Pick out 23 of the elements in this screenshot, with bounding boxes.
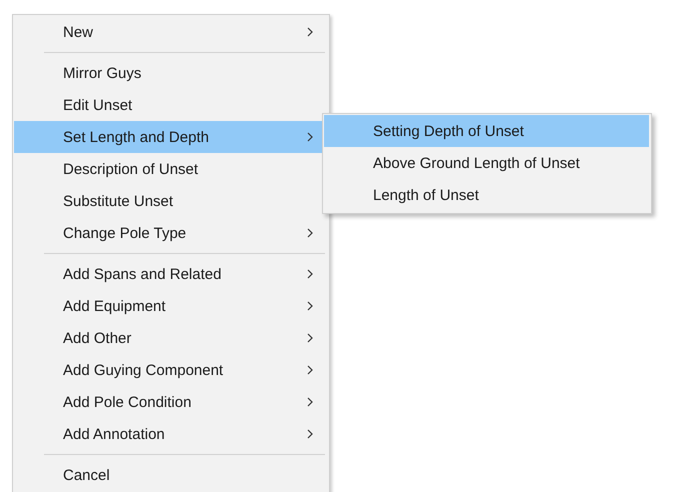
- menu-item[interactable]: New: [14, 16, 327, 48]
- chevron-icon: [307, 27, 313, 37]
- submenu-item[interactable]: Above Ground Length of Unset: [324, 147, 649, 179]
- menu-item[interactable]: Add Guying Component: [14, 354, 327, 386]
- chevron-icon: [307, 228, 313, 238]
- menu-item[interactable]: Add Equipment: [14, 290, 327, 322]
- submenu-item[interactable]: Length of Unset: [324, 179, 649, 211]
- chevron-icon: [307, 269, 313, 279]
- chevron-icon: [307, 429, 313, 439]
- chevron-icon: [307, 397, 313, 407]
- chevron-icon: [307, 365, 313, 375]
- menu-item[interactable]: Add Pole Condition: [14, 386, 327, 418]
- submenu-item[interactable]: Setting Depth of Unset: [324, 115, 649, 147]
- menu-item[interactable]: Change Pole Type: [14, 217, 327, 249]
- menu-item[interactable]: Add Other: [14, 322, 327, 354]
- menu-item[interactable]: Edit Unset: [14, 89, 327, 121]
- chevron-icon: [307, 301, 313, 311]
- menu-item[interactable]: Mirror Guys: [14, 57, 327, 89]
- chevron-icon: [307, 132, 313, 142]
- menu-item[interactable]: Add Spans and Related: [14, 258, 327, 290]
- chevron-icon: [307, 333, 313, 343]
- menu-item[interactable]: Cancel: [14, 459, 327, 491]
- menu-item[interactable]: Add Annotation: [14, 418, 327, 450]
